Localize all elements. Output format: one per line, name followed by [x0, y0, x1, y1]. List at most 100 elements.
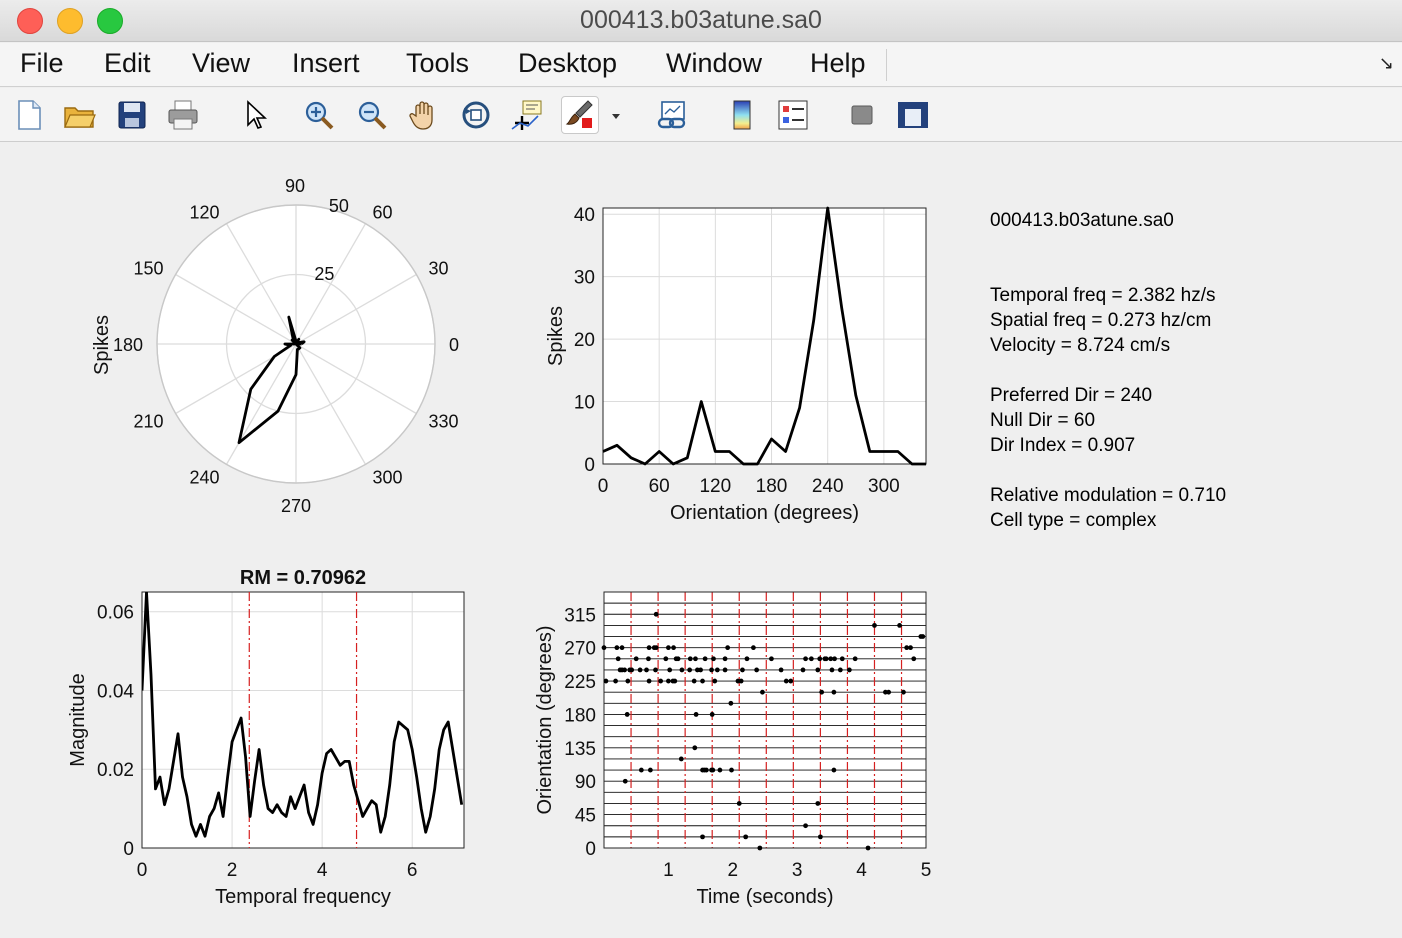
- raster-spike-point: [815, 801, 821, 806]
- polar-radial-label: 25: [314, 264, 334, 284]
- raster-spike-point: [637, 667, 643, 673]
- raster-spike-point: [829, 667, 835, 673]
- raster-y-tick-label: 135: [564, 739, 596, 760]
- rm-x-tick-label: 4: [317, 860, 328, 881]
- raster-spike-point: [666, 645, 671, 651]
- raster-y-tick-label: 270: [564, 639, 596, 660]
- raster-spike-point: [712, 678, 718, 684]
- info-relative-modulation: Relative modulation = 0.710: [990, 485, 1227, 506]
- polar-plot: 0 30 60 90 120 150 180 210 240 270 300 330 25 50 Spike…: [91, 176, 459, 516]
- info-dir-index: Dir Index = 0.907: [990, 435, 1136, 456]
- raster-spike-point: [901, 689, 906, 695]
- spike-y-tick-label: 40: [574, 205, 595, 226]
- raster-spike-point: [803, 656, 808, 662]
- raster-spike-point: [725, 645, 731, 651]
- raster-spike-point: [803, 823, 808, 829]
- raster-spike-point: [831, 689, 837, 695]
- rm-y-tick-label: 0.06: [97, 603, 134, 624]
- raster-spike-point: [911, 656, 917, 662]
- raster-spike-point: [698, 667, 703, 673]
- raster-spike-point: [702, 656, 708, 662]
- raster-spike-point: [831, 767, 837, 773]
- polar-ylabel: Spikes: [91, 315, 113, 375]
- raster-spike-point: [693, 656, 698, 662]
- raster-spike-point: [740, 667, 745, 673]
- raster-spike-point: [769, 656, 774, 662]
- spike-orientation-plot: 0 60 120 180 240 300 0 10 20 30 40 Orientation (deg…: [545, 205, 927, 524]
- polar-angle-label: 210: [133, 412, 163, 432]
- raster-spike-point: [744, 656, 750, 662]
- spike-x-tick-label: 180: [756, 476, 788, 497]
- info-spatial-freq: Spatial freq = 0.273 hz/cm: [990, 310, 1212, 331]
- raster-spike-point: [633, 656, 639, 662]
- figure-canvas: 03060901201501802102402703003302550Spike…: [67, 176, 932, 908]
- raster-spike-point: [667, 667, 673, 673]
- raster-spike-point: [646, 645, 652, 651]
- raster-spike-point: [846, 667, 852, 673]
- temporal-frequency-plot: 0 2 4 6 0 0.02 0.04 0.06 RM = 0.70962 Temporal fr…: [67, 567, 465, 908]
- raster-spike-point: [666, 678, 671, 684]
- raster-spike-point: [778, 667, 784, 673]
- spike-y-tick-label: 20: [574, 330, 595, 351]
- raster-spike-point: [629, 667, 635, 673]
- polar-angle-label: 240: [189, 468, 219, 488]
- raster-spike-point: [646, 656, 651, 662]
- polar-angle-label: 30: [429, 259, 449, 279]
- raster-spike-point: [625, 678, 631, 684]
- info-cell-type: Cell type = complex: [990, 510, 1157, 531]
- raster-spike-point: [736, 801, 742, 806]
- spike-x-tick-label: 60: [649, 476, 670, 497]
- raster-spike-point: [679, 667, 685, 673]
- raster-x-tick-label: 5: [921, 860, 932, 881]
- raster-spike-point: [615, 656, 621, 662]
- raster-spike-point: [839, 656, 845, 662]
- polar-angle-label: 120: [189, 202, 219, 222]
- raster-spike-point: [788, 678, 794, 684]
- raster-spike-point: [815, 667, 821, 673]
- raster-spike-point: [738, 678, 744, 684]
- raster-spike-point: [897, 622, 902, 628]
- raster-spike-point: [908, 645, 913, 651]
- raster-spike-point: [760, 689, 765, 695]
- rm-xlabel: Temporal frequency: [215, 886, 391, 908]
- rm-x-tick-label: 2: [227, 860, 238, 881]
- raster-spike-point: [754, 667, 760, 673]
- raster-spike-point: [644, 667, 649, 673]
- raster-spike-point: [638, 767, 644, 773]
- raster-spike-point: [837, 667, 843, 673]
- spike-x-tick-label: 0: [598, 476, 609, 497]
- rm-y-tick-label: 0: [123, 839, 134, 860]
- raster-y-tick-label: 45: [575, 806, 596, 827]
- raster-xlabel: Time (seconds): [696, 886, 833, 908]
- spike-y-tick-label: 30: [574, 268, 595, 289]
- raster-spike-point: [692, 745, 698, 751]
- raster-spike-point: [808, 656, 814, 662]
- spike-xlabel: Orientation (degrees): [670, 502, 859, 524]
- spike-axes-background: [603, 208, 926, 464]
- raster-spike-point: [653, 667, 658, 673]
- raster-spike-point: [757, 845, 763, 851]
- info-preferred-dir: Preferred Dir = 240: [990, 385, 1153, 406]
- polar-radial-label: 50: [329, 196, 349, 216]
- rm-y-tick-label: 0.02: [97, 760, 134, 781]
- raster-spike-point: [722, 656, 728, 662]
- raster-spike-point: [819, 689, 825, 695]
- polar-angle-label: 330: [429, 412, 459, 432]
- raster-y-tick-label: 315: [564, 605, 596, 626]
- raster-spike-point: [646, 678, 652, 684]
- polar-angle-label: 90: [285, 176, 305, 196]
- raster-spike-point: [671, 645, 676, 651]
- spike-x-tick-label: 300: [868, 476, 900, 497]
- polar-angle-label: 0: [449, 335, 459, 355]
- polar-angle-label: 270: [281, 496, 311, 516]
- raster-spike-point: [709, 667, 714, 673]
- raster-spike-point: [663, 656, 669, 662]
- info-filename: 000413.b03atune.sa0: [990, 210, 1174, 231]
- raster-spike-point: [865, 845, 871, 851]
- spike-x-tick-label: 120: [699, 476, 731, 497]
- raster-spike-point: [678, 756, 684, 762]
- polar-angle-label: 180: [113, 335, 143, 355]
- raster-spike-point: [675, 656, 681, 662]
- raster-spike-point: [700, 678, 705, 684]
- raster-spike-point: [647, 767, 653, 773]
